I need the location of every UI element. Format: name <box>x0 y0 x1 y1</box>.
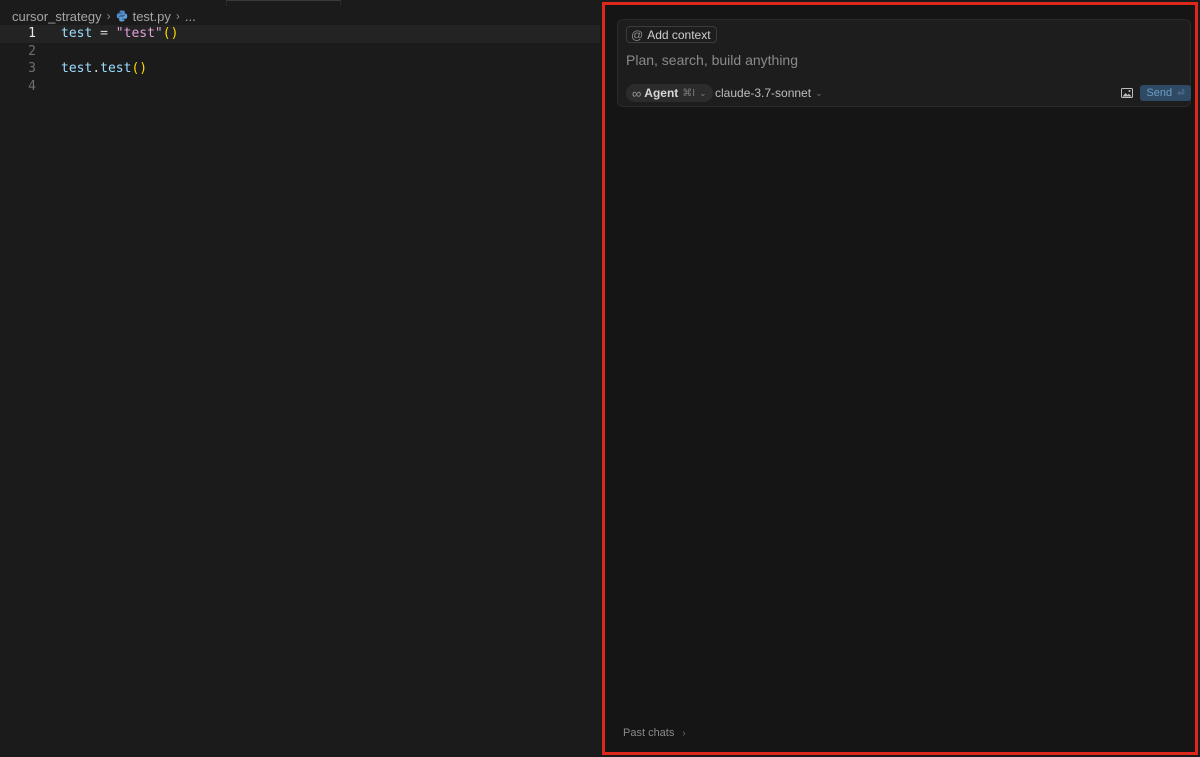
at-icon: @ <box>631 27 644 42</box>
code-editor[interactable]: 1 test = "test"() 2 3 test.test() 4 <box>0 25 600 95</box>
line-number: 2 <box>28 43 36 59</box>
tab-strip <box>0 0 600 6</box>
image-icon[interactable] <box>1121 88 1133 98</box>
model-selector[interactable]: claude-3.7-sonnet ⌄ <box>715 84 823 102</box>
send-label: Send <box>1146 87 1173 99</box>
agent-mode-label: Agent <box>644 86 679 100</box>
enter-icon: ⏎ <box>1177 87 1185 98</box>
model-label: claude-3.7-sonnet <box>715 86 812 100</box>
past-chats-label: Past chats <box>623 727 675 739</box>
agent-shortcut: ⌘I <box>682 87 696 99</box>
code-line: 2 <box>0 43 600 61</box>
line-number: 3 <box>28 61 36 77</box>
chat-panel: @ Add context ∞ Agent ⌘I ⌄ claude-3.7-so… <box>602 2 1198 755</box>
breadcrumb: cursor_strategy › test.py › ... <box>12 7 196 25</box>
chevron-right-icon: › <box>682 727 686 739</box>
code-text: test = "test"() <box>61 26 179 41</box>
infinity-icon: ∞ <box>632 85 642 101</box>
code-line: 1 test = "test"() <box>0 25 600 43</box>
past-chats-link[interactable]: Past chats › <box>623 727 686 739</box>
breadcrumb-more[interactable]: ... <box>185 9 196 24</box>
editor-pane: cursor_strategy › test.py › ... 1 test =… <box>0 0 600 757</box>
chat-input[interactable] <box>626 50 1166 70</box>
breadcrumb-folder[interactable]: cursor_strategy <box>12 9 102 24</box>
add-context-label: Add context <box>647 27 711 42</box>
add-context-button[interactable]: @ Add context <box>626 26 717 43</box>
chat-composer: @ Add context ∞ Agent ⌘I ⌄ claude-3.7-so… <box>617 19 1191 107</box>
agent-mode-selector[interactable]: ∞ Agent ⌘I ⌄ <box>626 84 713 102</box>
code-line: 3 test.test() <box>0 60 600 78</box>
code-line: 4 <box>0 78 600 96</box>
chevron-down-icon: ⌄ <box>815 87 823 98</box>
code-text: test.test() <box>61 61 148 77</box>
line-number: 4 <box>28 78 36 94</box>
chevron-right-icon: › <box>106 9 111 23</box>
tab-active[interactable] <box>226 0 341 6</box>
chevron-down-icon: ⌄ <box>699 87 707 98</box>
send-button[interactable]: Send ⏎ <box>1140 85 1191 101</box>
chevron-right-icon: › <box>175 9 180 23</box>
line-number: 1 <box>28 26 36 41</box>
python-icon <box>116 10 127 22</box>
breadcrumb-file[interactable]: test.py <box>133 9 171 24</box>
